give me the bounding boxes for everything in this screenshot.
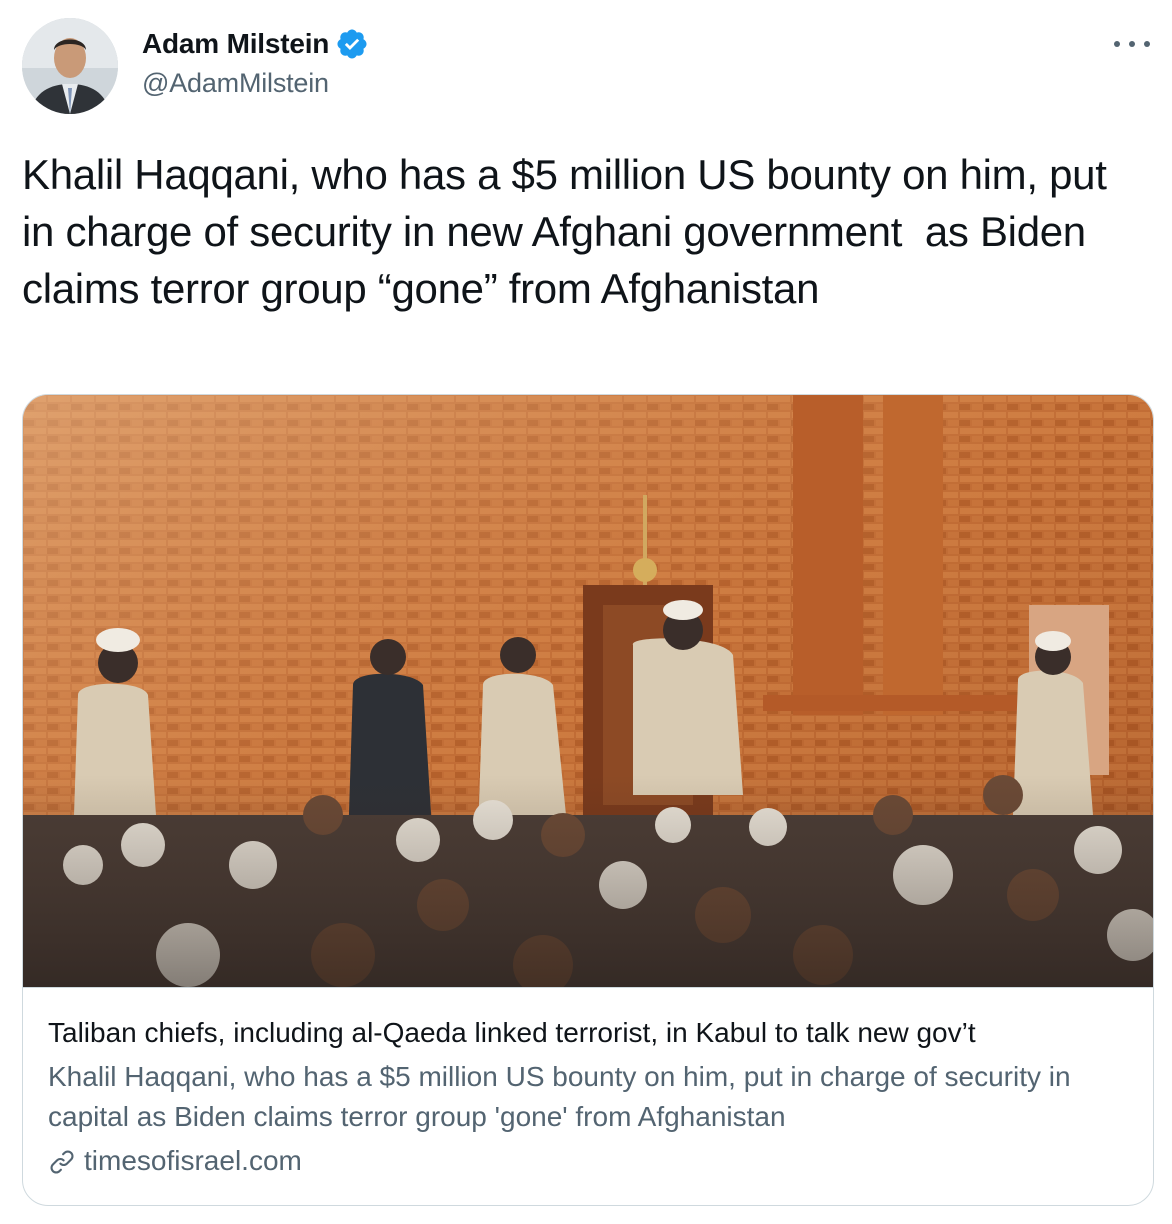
author-info: Adam Milstein @AdamMilstein bbox=[142, 26, 369, 99]
more-dot bbox=[1129, 41, 1135, 47]
tweet-text: Khalil Haqqani, who has a $5 million US … bbox=[22, 151, 1118, 312]
link-preview-card[interactable]: Taliban chiefs, including al-Qaeda linke… bbox=[22, 394, 1154, 1206]
card-description: Khalil Haqqani, who has a $5 million US … bbox=[48, 1061, 1071, 1132]
card-image[interactable] bbox=[23, 395, 1153, 988]
card-photo bbox=[23, 395, 1153, 987]
card-domain-row[interactable]: timesofisrael.com bbox=[48, 1141, 1128, 1181]
author-avatar[interactable] bbox=[22, 18, 118, 114]
avatar-image bbox=[22, 18, 118, 114]
card-body[interactable]: Taliban chiefs, including al-Qaeda linke… bbox=[48, 1015, 1128, 1181]
link-icon bbox=[48, 1147, 76, 1175]
card-title[interactable]: Taliban chiefs, including al-Qaeda linke… bbox=[48, 1015, 1128, 1051]
author-handle[interactable]: @AdamMilstein bbox=[142, 68, 369, 99]
verified-badge-icon bbox=[335, 27, 369, 61]
tweet: Adam Milstein @AdamMilstein Khalil Haqqa… bbox=[0, 0, 1172, 1224]
name-row: Adam Milstein bbox=[142, 26, 369, 62]
author-display-name[interactable]: Adam Milstein bbox=[142, 28, 329, 60]
more-dot bbox=[1114, 41, 1120, 47]
card-domain[interactable]: timesofisrael.com bbox=[84, 1141, 302, 1181]
more-options-icon[interactable] bbox=[1114, 32, 1150, 56]
more-dot bbox=[1144, 41, 1150, 47]
